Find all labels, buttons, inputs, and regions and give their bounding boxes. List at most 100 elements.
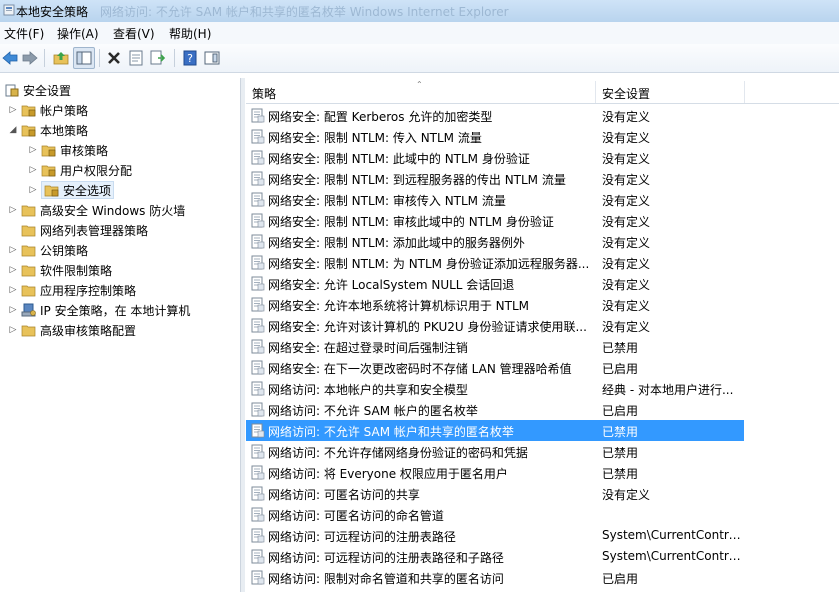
table-row[interactable]: 网络安全: 允许本地系统将计算机标识用于 NTLM 没有定义: [246, 294, 744, 315]
tree-label: 公钥策略: [40, 243, 89, 258]
table-row[interactable]: 网络安全: 配置 Kerberos 允许的加密类型 没有定义: [246, 105, 744, 126]
table-row[interactable]: 网络安全: 允许对该计算机的 PKU2U 身份验证请求使用联... 没有定义: [246, 315, 744, 336]
table-row[interactable]: 网络安全: 限制 NTLM: 传入 NTLM 流量 没有定义: [246, 126, 744, 147]
expand-arrow-icon[interactable]: ▷: [8, 305, 18, 315]
expand-arrow-icon[interactable]: ▷: [8, 245, 18, 255]
policy-icon: [251, 192, 265, 207]
security-setting-value: 已禁用: [602, 341, 639, 355]
locked-folder-icon: [41, 165, 56, 177]
pane-splitter[interactable]: [240, 78, 245, 592]
policy-name: 网络安全: 配置 Kerberos 允许的加密类型: [268, 110, 493, 124]
table-row[interactable]: 网络安全: 限制 NTLM: 添加此域中的服务器例外 没有定义: [246, 231, 744, 252]
table-row[interactable]: 网络访问: 可远程访问的注册表路径 System\CurrentContro...: [246, 525, 744, 546]
policy-name: 网络安全: 限制 NTLM: 审核传入 NTLM 流量: [268, 194, 506, 208]
policy-name: 网络访问: 将 Everyone 权限应用于匿名用户: [268, 467, 508, 481]
up-folder-icon[interactable]: [51, 48, 71, 68]
show-hide-tree-icon[interactable]: [73, 47, 95, 69]
policy-icon: [251, 339, 265, 354]
tree-item-network-list[interactable]: 网络列表管理器策略: [21, 220, 148, 240]
expand-arrow-icon[interactable]: ▷: [28, 145, 38, 155]
table-row-selected[interactable]: 网络访问: 不允许 SAM 帐户和共享的匿名枚举 已禁用: [246, 420, 744, 441]
policy-name: 网络访问: 本地帐户的共享和安全模型: [268, 383, 468, 397]
export-list-icon[interactable]: [148, 48, 168, 68]
tree-label: 高级审核策略配置: [40, 323, 137, 338]
table-row[interactable]: 网络安全: 限制 NTLM: 此域中的 NTLM 身份验证 没有定义: [246, 147, 744, 168]
table-row[interactable]: 网络安全: 限制 NTLM: 为 NTLM 身份验证添加远程服务器... 没有定义: [246, 252, 744, 273]
column-header-policy[interactable]: ⌃ 策略: [246, 80, 596, 103]
table-row[interactable]: 网络访问: 可匿名访问的命名管道: [246, 504, 744, 525]
table-row[interactable]: 网络访问: 本地帐户的共享和安全模型 经典 - 对本地用户进行...: [246, 378, 744, 399]
policy-name: 网络访问: 不允许存储网络身份验证的密码和凭据: [268, 446, 528, 460]
console-tree: 安全设置 ▷ 帐户策略 ◢ 本地策略 ▷ 审核策略 ▷ 用户权限分配 ▷ 安全选…: [0, 78, 240, 592]
help-icon[interactable]: ?: [180, 48, 200, 68]
table-row[interactable]: 网络安全: 限制 NTLM: 到远程服务器的传出 NTLM 流量 没有定义: [246, 168, 744, 189]
security-setting-value: 没有定义: [602, 320, 651, 334]
table-row[interactable]: 网络访问: 不允许存储网络身份验证的密码和凭据 已禁用: [246, 441, 744, 462]
security-setting-value: 没有定义: [602, 110, 651, 124]
tree-item-audit-policy[interactable]: ▷ 审核策略: [28, 140, 108, 160]
policy-icon: [251, 213, 265, 228]
policy-name: 网络访问: 可匿名访问的共享: [268, 488, 420, 502]
tree-label: 审核策略: [60, 143, 109, 158]
security-setting-value: 没有定义: [602, 215, 651, 229]
tree-item-public-key[interactable]: ▷ 公钥策略: [8, 240, 88, 260]
expand-arrow-icon[interactable]: ▷: [8, 325, 18, 335]
properties-icon[interactable]: [126, 48, 146, 68]
expand-arrow-icon[interactable]: ▷: [28, 185, 38, 195]
tree-item-security-options[interactable]: ▷ 安全选项: [28, 180, 115, 200]
menu-action[interactable]: 操作(A): [57, 25, 99, 42]
tree-item-local-policies[interactable]: ◢ 本地策略: [8, 120, 88, 140]
tree-item-account-policies[interactable]: ▷ 帐户策略: [8, 100, 88, 120]
column-header-setting[interactable]: 安全设置: [596, 81, 745, 103]
security-setting-value: 没有定义: [602, 131, 651, 145]
policy-icon: [251, 381, 265, 396]
table-row[interactable]: 网络访问: 将 Everyone 权限应用于匿名用户 已禁用: [246, 462, 744, 483]
tree-item-app-control[interactable]: ▷ 应用程序控制策略: [8, 280, 136, 300]
table-row[interactable]: 网络安全: 在超过登录时间后强制注销 已禁用: [246, 336, 744, 357]
expand-arrow-icon[interactable]: ▷: [28, 165, 38, 175]
forward-arrow-icon[interactable]: [20, 48, 40, 68]
security-setting-value: System\CurrentContro...: [602, 549, 742, 563]
delete-icon[interactable]: [104, 48, 124, 68]
policy-name: 网络安全: 限制 NTLM: 到远程服务器的传出 NTLM 流量: [268, 173, 566, 187]
policy-name: 网络安全: 限制 NTLM: 此域中的 NTLM 身份验证: [268, 152, 530, 166]
menu-view[interactable]: 查看(V): [113, 25, 155, 42]
table-row[interactable]: 网络访问: 不允许 SAM 帐户的匿名枚举 已启用: [246, 399, 744, 420]
table-row[interactable]: 网络访问: 可远程访问的注册表路径和子路径 System\CurrentContr…: [246, 546, 744, 567]
tree-root-security-settings[interactable]: 安全设置: [4, 80, 71, 100]
policy-icon: [251, 465, 265, 480]
menu-help[interactable]: 帮助(H): [169, 25, 211, 42]
table-row[interactable]: 网络安全: 允许 LocalSystem NULL 会话回退 没有定义: [246, 273, 744, 294]
tree-label: 安全设置: [23, 83, 72, 98]
tree-item-software-restriction[interactable]: ▷ 软件限制策略: [8, 260, 112, 280]
table-row[interactable]: 网络访问: 可匿名访问的共享 没有定义: [246, 483, 744, 504]
tree-item-ip-security[interactable]: ▷ IP 安全策略，在 本地计算机: [8, 300, 190, 320]
table-row[interactable]: 网络安全: 在下一次更改密码时不存储 LAN 管理器哈希值 已启用: [246, 357, 744, 378]
policy-icon: [251, 402, 265, 417]
table-row[interactable]: 网络安全: 限制 NTLM: 审核传入 NTLM 流量 没有定义: [246, 189, 744, 210]
expand-arrow-icon[interactable]: ▷: [8, 285, 18, 295]
collapse-arrow-icon[interactable]: ◢: [8, 125, 18, 135]
back-arrow-icon[interactable]: [0, 48, 20, 68]
expand-arrow-icon[interactable]: ▷: [8, 105, 18, 115]
security-setting-value: 已禁用: [602, 446, 639, 460]
policy-name: 网络安全: 允许对该计算机的 PKU2U 身份验证请求使用联...: [268, 320, 587, 334]
security-setting-value: 已禁用: [602, 467, 639, 481]
expand-arrow-icon[interactable]: ▷: [8, 205, 18, 215]
tree-label: 安全选项: [63, 183, 112, 198]
tree-item-firewall[interactable]: ▷ 高级安全 Windows 防火墙: [8, 200, 186, 220]
folder-icon: [21, 205, 36, 217]
expand-arrow-icon[interactable]: ▷: [8, 265, 18, 275]
console-pane-icon[interactable]: [202, 48, 222, 68]
locked-folder-icon: [21, 105, 36, 117]
security-setting-value: 没有定义: [602, 236, 651, 250]
table-row[interactable]: 网络访问: 限制对命名管道和共享的匿名访问 已启用: [246, 567, 744, 588]
tree-item-advanced-audit[interactable]: ▷ 高级审核策略配置: [8, 320, 136, 340]
policy-icon: [251, 570, 265, 585]
tree-item-user-rights[interactable]: ▷ 用户权限分配: [28, 160, 132, 180]
menu-file[interactable]: 文件(F): [4, 25, 44, 42]
table-row[interactable]: 网络安全: 限制 NTLM: 审核此域中的 NTLM 身份验证 没有定义: [246, 210, 744, 231]
policy-icon: [251, 318, 265, 333]
tree-label: 帐户策略: [40, 103, 89, 118]
security-setting-value: 已禁用: [602, 425, 639, 439]
